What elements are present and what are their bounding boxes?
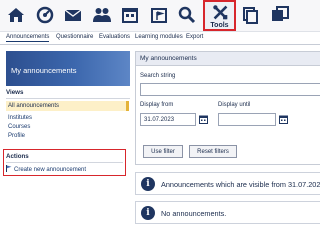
mail-icon[interactable] [63,5,83,25]
sidebar-item-courses[interactable]: Courses [8,124,30,130]
tab-announcements[interactable]: Announcements [6,34,50,42]
sidebar-item-label: All announcements [8,102,60,109]
sidebar-item-institutes[interactable]: Institutes [8,115,32,121]
filter-panel: My announcements Search string Display f… [135,51,320,165]
copy-icon[interactable] [240,5,260,25]
visible-from-text: Announcements which are visible from 31.… [161,180,320,189]
tab-questionnaire[interactable]: Questionnaire [56,34,93,40]
no-announcements-message: i No announcements. [135,201,320,224]
filter-panel-title: My announcements [140,55,197,62]
create-announcement-label: Create new announcement [14,167,87,173]
add-announcement-icon [6,165,12,172]
top-navigation-bar: Tools [0,0,320,32]
info-icon: i [141,177,155,191]
sidebar-item-all-announcements[interactable]: All announcements [6,101,129,111]
sidebar-header: My announcements [6,51,130,86]
filter-panel-header: My announcements [136,52,320,66]
search-icon[interactable] [177,5,197,25]
tab-bar: Announcements Questionnaire Evaluations … [0,33,320,45]
dashboard-icon[interactable] [35,5,55,25]
tab-learning-modules[interactable]: Learning modules [135,34,183,40]
display-from-label: Display from [140,102,174,108]
reset-filters-button[interactable]: Reset filters [189,145,237,158]
actions-heading: Actions [6,153,29,160]
tab-evaluations[interactable]: Evaluations [99,34,130,40]
people-icon[interactable] [92,5,112,25]
use-filter-button[interactable]: Use filter [143,145,183,158]
display-until-label: Display until [218,102,251,108]
tools-menu-button[interactable]: Tools [203,0,236,31]
visible-from-message: i Announcements which are visible from 3… [135,172,320,195]
display-from-calendar-icon[interactable] [199,115,208,124]
layers-icon[interactable] [270,5,290,25]
flag-icon[interactable] [149,5,169,25]
create-announcement-link[interactable]: Create new announcement [6,165,86,173]
display-until-input[interactable] [218,113,276,126]
calendar-icon[interactable] [120,5,140,25]
home-icon[interactable] [6,5,26,25]
tools-icon [213,5,228,20]
info-icon: i [141,206,155,220]
search-string-label: Search string [140,73,176,79]
no-announcements-text: No announcements. [161,209,227,218]
sidebar-title: My announcements [11,66,77,75]
views-heading: Views [6,89,24,96]
sidebar-item-profile[interactable]: Profile [8,133,25,139]
search-string-input[interactable] [140,83,320,96]
display-until-calendar-icon[interactable] [279,115,288,124]
tools-label: Tools [210,22,229,29]
tab-export[interactable]: Export [186,34,203,40]
views-divider [6,98,130,99]
actions-section: Actions Create new announcement [3,149,126,176]
actions-divider [6,162,123,163]
display-from-input[interactable]: 31.07.2023 [140,113,196,126]
